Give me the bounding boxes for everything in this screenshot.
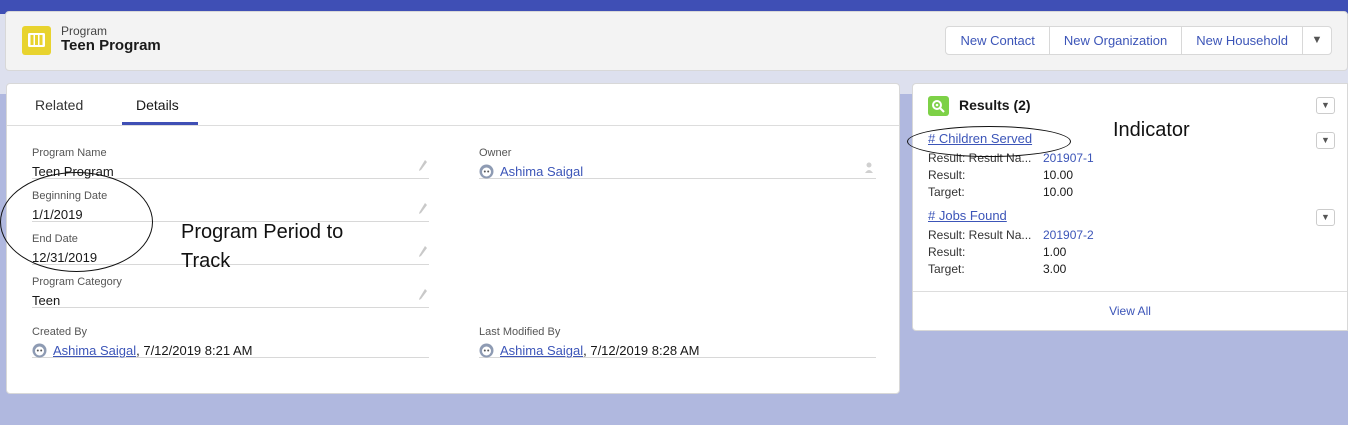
pencil-icon[interactable]: [418, 288, 428, 302]
result-item-menu-button[interactable]: ▼: [1316, 132, 1335, 149]
field-label: Created By: [32, 326, 88, 338]
annotation-line: Program Period to: [181, 221, 344, 243]
user-avatar-icon: [479, 343, 494, 358]
object-type-label: Program: [61, 24, 108, 38]
pencil-icon[interactable]: [418, 245, 428, 259]
header-actions: New Contact New Organization New Househo…: [945, 26, 1332, 55]
change-owner-icon[interactable]: [865, 161, 875, 175]
tab-details[interactable]: Details: [136, 97, 179, 113]
view-all-link[interactable]: View All: [913, 304, 1347, 318]
result-name-label: Result: Result Na...: [928, 228, 1032, 242]
last-modified-by-user-link[interactable]: Ashima Saigal: [500, 343, 583, 358]
owner-field: Owner Ashima Saigal: [479, 143, 876, 179]
pencil-icon[interactable]: [418, 159, 428, 173]
result-label: Result:: [928, 245, 966, 259]
created-by-user-link[interactable]: Ashima Saigal: [53, 343, 136, 358]
results-card: Results (2) ▼ # Children Served ▼ Result…: [907, 83, 1348, 331]
record-title: Teen Program: [61, 37, 161, 54]
user-avatar-icon: [32, 343, 47, 358]
results-icon: [928, 96, 949, 116]
field-label: Last Modified By: [479, 326, 561, 338]
program-category-field: Program Category Teen: [32, 272, 429, 308]
record-header: Program Teen Program New Contact New Org…: [5, 11, 1348, 71]
result-item-menu-button[interactable]: ▼: [1316, 209, 1335, 226]
target-value: 10.00: [1043, 185, 1074, 199]
target-label: Target:: [928, 185, 965, 199]
tab-bar: Related Details: [7, 84, 899, 126]
created-by-field: Created By Ashima Saigal, 7/12/2019 8:21…: [32, 322, 429, 358]
more-actions-button[interactable]: ▼: [1302, 26, 1332, 55]
book-icon: [22, 26, 51, 55]
results-menu-button[interactable]: ▼: [1316, 97, 1335, 114]
field-value: Ashima Saigal, 7/12/2019 8:28 AM: [479, 343, 699, 358]
user-avatar-icon: [479, 164, 494, 179]
results-title: Results (2): [959, 97, 1031, 113]
chevron-down-icon: ▼: [1321, 212, 1330, 222]
active-tab-indicator: [122, 122, 198, 125]
new-contact-button[interactable]: New Contact: [945, 26, 1050, 55]
result-item-link[interactable]: # Jobs Found: [928, 208, 1007, 223]
pencil-icon[interactable]: [418, 202, 428, 216]
annotation-ellipse: [0, 172, 153, 272]
result-name-link[interactable]: 201907-2: [1043, 228, 1094, 242]
chevron-down-icon: ▼: [1321, 135, 1330, 145]
results-footer: View All: [913, 291, 1347, 331]
annotation-line: Track: [181, 250, 231, 272]
owner-user-link[interactable]: Ashima Saigal: [500, 164, 583, 179]
new-household-button[interactable]: New Household: [1181, 26, 1303, 55]
result-name-link[interactable]: 201907-1: [1043, 151, 1094, 165]
details-card: Related Details Program Name Teen Progra…: [0, 83, 900, 394]
last-modified-by-field: Last Modified By Ashima Saigal, 7/12/201…: [479, 322, 876, 358]
result-value: 1.00: [1043, 245, 1067, 259]
created-by-timestamp: , 7/12/2019 8:21 AM: [136, 343, 253, 358]
chevron-down-icon: ▼: [1321, 100, 1330, 110]
field-value: Ashima Saigal: [479, 164, 583, 179]
chevron-down-icon: ▼: [1311, 34, 1323, 46]
result-value: 10.00: [1043, 168, 1074, 182]
field-label: Program Name: [32, 147, 107, 159]
annotation-ellipse: [907, 126, 1071, 157]
annotation-program-period: Program Period to Track: [181, 218, 343, 276]
last-modified-timestamp: , 7/12/2019 8:28 AM: [583, 343, 700, 358]
annotation-indicator: Indicator: [1113, 119, 1190, 141]
target-label: Target:: [928, 262, 965, 276]
new-organization-button[interactable]: New Organization: [1048, 26, 1183, 55]
field-label: Program Category: [32, 276, 122, 288]
field-value: Ashima Saigal, 7/12/2019 8:21 AM: [32, 343, 252, 358]
target-value: 3.00: [1043, 262, 1067, 276]
field-value: Teen: [32, 293, 61, 308]
result-label: Result:: [928, 168, 966, 182]
tab-related[interactable]: Related: [35, 97, 83, 113]
field-label: Owner: [479, 147, 512, 159]
